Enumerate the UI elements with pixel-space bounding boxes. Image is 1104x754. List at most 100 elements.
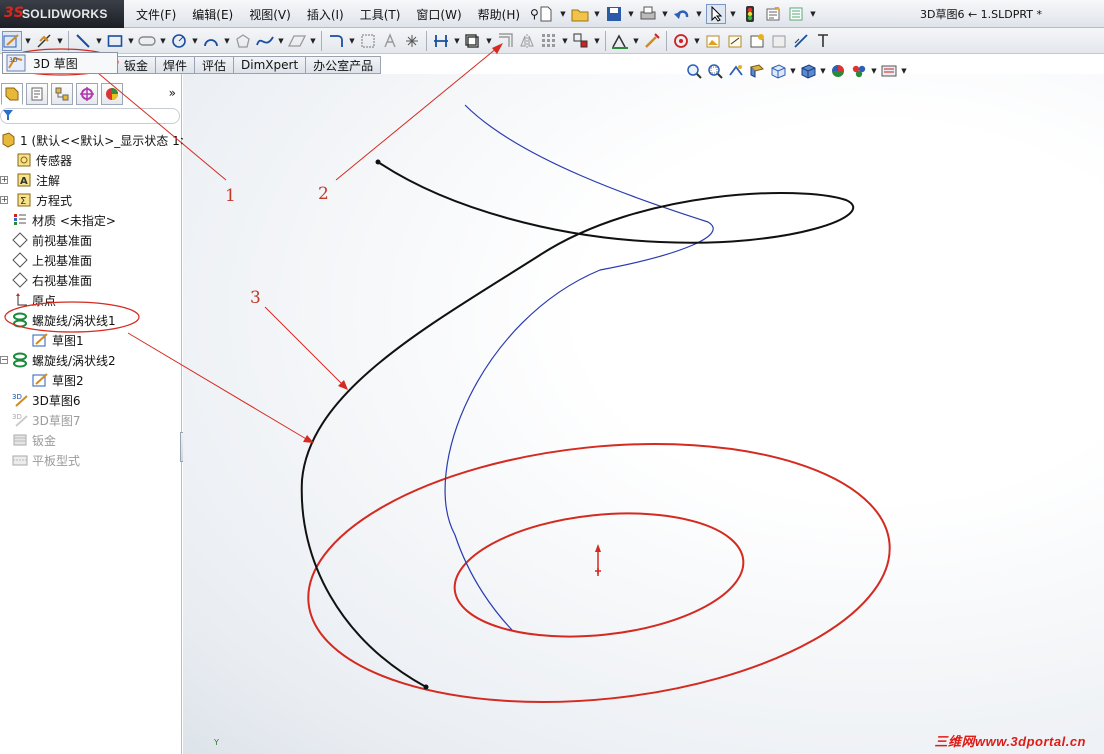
- arc-icon[interactable]: [201, 31, 221, 51]
- chevron-down-icon[interactable]: ▼: [632, 37, 640, 45]
- menu-window[interactable]: 窗口(W): [408, 6, 469, 23]
- move-entities-icon[interactable]: [571, 31, 591, 51]
- offset-entities-icon[interactable]: [495, 31, 515, 51]
- display-manager-tab-icon[interactable]: [101, 83, 123, 105]
- sketch-image-icon[interactable]: [725, 31, 745, 51]
- expand-toggle-icon[interactable]: +: [0, 196, 8, 204]
- smart-dimension-icon[interactable]: [34, 31, 54, 51]
- tree-item-equations[interactable]: + Σ 方程式: [0, 190, 180, 210]
- view-orientation-icon[interactable]: [768, 61, 788, 81]
- edit-appearance-icon[interactable]: [828, 61, 848, 81]
- tree-item-helix-2[interactable]: − 螺旋线/涡状线2: [0, 350, 180, 370]
- curve-endpoint[interactable]: [375, 159, 381, 165]
- tree-item-sensors[interactable]: 传感器: [0, 150, 180, 170]
- point-icon[interactable]: [402, 31, 422, 51]
- expand-toggle-icon[interactable]: +: [0, 176, 8, 184]
- outer-spiral-curve[interactable]: [295, 417, 902, 729]
- plane-sketch-icon[interactable]: [287, 31, 307, 51]
- save-icon[interactable]: [604, 4, 624, 24]
- chevron-down-icon[interactable]: ▼: [127, 37, 135, 45]
- tree-item-sketch-2[interactable]: 草图2: [0, 370, 180, 390]
- menu-tools[interactable]: 工具(T): [352, 6, 409, 23]
- options-icon[interactable]: [786, 4, 806, 24]
- sketch-icon[interactable]: [2, 30, 22, 51]
- panel-expand-icon[interactable]: »: [169, 86, 176, 100]
- new-document-icon[interactable]: [536, 4, 556, 24]
- feature-manager-tab-icon[interactable]: [1, 83, 23, 105]
- tree-item-material[interactable]: 材质 <未指定>: [0, 210, 180, 230]
- spline-icon[interactable]: [255, 31, 275, 51]
- sketch-fillet-icon[interactable]: [326, 31, 346, 51]
- tree-item-3d-sketch-7[interactable]: 3D 3D草图7: [0, 410, 180, 430]
- chevron-down-icon[interactable]: ▼: [593, 37, 601, 45]
- tree-item-sketch-1[interactable]: 草图1: [0, 330, 180, 350]
- tree-item-3d-sketch-6[interactable]: 3D 3D草图6: [0, 390, 180, 410]
- chevron-down-icon[interactable]: ▼: [277, 37, 285, 45]
- line-icon[interactable]: [73, 31, 93, 51]
- chevron-down-icon[interactable]: ▼: [223, 37, 231, 45]
- text-icon[interactable]: [380, 31, 400, 51]
- tree-item-right-plane[interactable]: 右视基准面: [0, 270, 180, 290]
- curve-endpoint[interactable]: [423, 684, 429, 690]
- tab-sheet-metal[interactable]: 钣金: [116, 56, 157, 74]
- chevron-down-icon[interactable]: ▼: [453, 37, 461, 45]
- previous-view-icon[interactable]: [726, 61, 746, 81]
- face-curves-icon[interactable]: [813, 31, 833, 51]
- chevron-down-icon[interactable]: ▼: [348, 37, 356, 45]
- chevron-down-icon[interactable]: ▼: [900, 67, 908, 75]
- plane-icon[interactable]: [358, 31, 378, 51]
- chevron-down-icon[interactable]: ▼: [309, 37, 317, 45]
- tree-item-top-plane[interactable]: 上视基准面: [0, 250, 180, 270]
- chevron-down-icon[interactable]: ▼: [627, 10, 635, 18]
- menu-view[interactable]: 视图(V): [241, 6, 299, 23]
- 3d-sketch-curve[interactable]: [300, 161, 854, 688]
- tab-office-products[interactable]: 办公室产品: [306, 56, 382, 74]
- expand-toggle-icon[interactable]: −: [0, 356, 8, 364]
- tab-weldments[interactable]: 焊件: [156, 56, 196, 74]
- chevron-down-icon[interactable]: ▼: [789, 67, 797, 75]
- menu-edit[interactable]: 编辑(E): [184, 6, 241, 23]
- chevron-down-icon[interactable]: ▼: [819, 67, 827, 75]
- configuration-manager-tab-icon[interactable]: [51, 83, 73, 105]
- chevron-down-icon[interactable]: ▼: [693, 37, 701, 45]
- chevron-down-icon[interactable]: ▼: [661, 10, 669, 18]
- 3d-sketch-button[interactable]: 3D 3D 草图: [2, 52, 118, 74]
- sketch-picture-gray-icon[interactable]: [769, 31, 789, 51]
- sketch-block-icon[interactable]: [747, 31, 767, 51]
- tree-item-front-plane[interactable]: 前视基准面: [0, 230, 180, 250]
- chevron-down-icon[interactable]: ▼: [729, 10, 737, 18]
- chevron-down-icon[interactable]: ▼: [56, 37, 64, 45]
- zoom-area-icon[interactable]: [705, 61, 725, 81]
- print-icon[interactable]: [638, 4, 658, 24]
- apply-scene-icon[interactable]: [849, 61, 869, 81]
- tree-item-sheet-metal[interactable]: 钣金: [0, 430, 180, 450]
- rectangle-icon[interactable]: [105, 31, 125, 51]
- chevron-down-icon[interactable]: ▼: [695, 10, 703, 18]
- tree-root[interactable]: 1 (默认<<默认>_显示状态 1>: [0, 130, 190, 150]
- chevron-down-icon[interactable]: ▼: [593, 10, 601, 18]
- zoom-to-fit-icon[interactable]: [684, 61, 704, 81]
- undo-icon[interactable]: [672, 4, 692, 24]
- rebuild-traffic-light-icon[interactable]: [740, 4, 760, 24]
- chevron-down-icon[interactable]: ▼: [191, 37, 199, 45]
- menu-insert[interactable]: 插入(I): [299, 6, 352, 23]
- tree-item-flat-pattern[interactable]: 平板型式: [0, 450, 180, 470]
- menu-help[interactable]: 帮助(H): [470, 6, 528, 23]
- tree-item-helix-1[interactable]: 螺旋线/涡状线1: [0, 310, 180, 330]
- circle-icon[interactable]: [169, 31, 189, 51]
- mirror-entities-icon[interactable]: [517, 31, 537, 51]
- chevron-down-icon[interactable]: ▼: [485, 37, 493, 45]
- view-settings-icon[interactable]: [879, 61, 899, 81]
- intersection-curve-icon[interactable]: [791, 31, 811, 51]
- linear-pattern-icon[interactable]: [539, 31, 559, 51]
- menu-file[interactable]: 文件(F): [128, 6, 184, 23]
- file-properties-icon[interactable]: [763, 4, 783, 24]
- sketch-picture-icon[interactable]: [703, 31, 723, 51]
- graphics-area[interactable]: [183, 74, 1104, 754]
- chevron-down-icon[interactable]: ▼: [95, 37, 103, 45]
- chevron-down-icon[interactable]: ▼: [561, 37, 569, 45]
- section-view-icon[interactable]: [747, 61, 767, 81]
- trim-entities-icon[interactable]: [431, 31, 451, 51]
- polygon-icon[interactable]: [233, 31, 253, 51]
- tab-dimxpert[interactable]: DimXpert: [234, 56, 307, 74]
